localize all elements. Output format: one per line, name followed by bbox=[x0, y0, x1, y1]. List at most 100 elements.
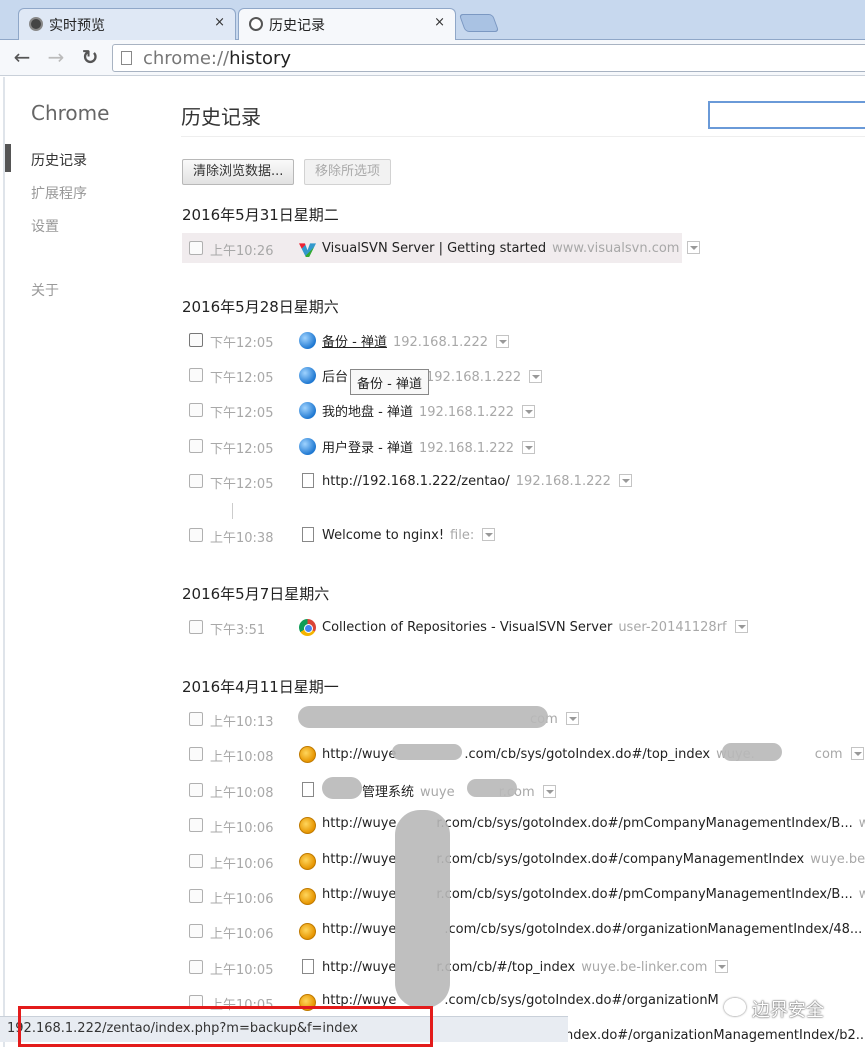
entry-checkbox[interactable] bbox=[189, 854, 203, 868]
clear-browsing-data-button[interactable]: 清除浏览数据... bbox=[182, 159, 295, 185]
entry-checkbox[interactable] bbox=[189, 439, 203, 453]
camera-icon bbox=[29, 17, 43, 31]
redaction-mark bbox=[298, 706, 548, 728]
chevron-down-icon[interactable] bbox=[542, 785, 556, 798]
chevron-down-icon[interactable] bbox=[734, 620, 748, 633]
page-title: 历史记录 bbox=[181, 105, 261, 129]
back-icon[interactable]: ← bbox=[10, 46, 34, 70]
redaction-mark bbox=[467, 779, 517, 797]
history-entry[interactable]: 上午10:26 VisualSVN Server | Getting start… bbox=[182, 233, 701, 263]
entry-time: 下午12:05 bbox=[210, 406, 274, 421]
cube-icon bbox=[299, 853, 316, 870]
globe-icon bbox=[299, 438, 316, 455]
entry-checkbox[interactable] bbox=[189, 818, 203, 832]
entry-time: 上午10:08 bbox=[210, 786, 274, 801]
entry-checkbox[interactable] bbox=[189, 712, 203, 726]
entry-domain: user-20141128rf bbox=[618, 620, 727, 635]
entry-checkbox[interactable] bbox=[189, 747, 203, 761]
entry-checkbox[interactable] bbox=[189, 783, 203, 797]
entry-checkbox[interactable] bbox=[189, 960, 203, 974]
entry-domain: file: bbox=[450, 528, 475, 543]
address-bar[interactable]: chrome://history bbox=[112, 44, 865, 72]
search-input[interactable] bbox=[708, 101, 865, 129]
tooltip: 备份 - 禅道 bbox=[350, 369, 429, 395]
sidebar-item-extensions[interactable]: 扩展程序 bbox=[31, 183, 87, 203]
chevron-down-icon[interactable] bbox=[565, 712, 579, 725]
chevron-down-icon[interactable] bbox=[715, 960, 729, 973]
redaction-mark bbox=[392, 744, 462, 760]
wechat-icon bbox=[724, 998, 746, 1016]
history-entry[interactable]: 下午12:05 用户登录 - 禅道 192.168.1.222 bbox=[182, 431, 865, 461]
toolbar: ← → ↻ chrome://history bbox=[0, 40, 865, 76]
entry-checkbox[interactable] bbox=[189, 528, 203, 542]
entry-link[interactable]: Collection of Repositories - VisualSVN S… bbox=[322, 618, 748, 635]
entry-link[interactable]: Welcome to nginx! file: bbox=[322, 526, 496, 543]
url-text: chrome://history bbox=[143, 48, 292, 69]
entry-link[interactable]: http://192.168.1.222/zentao/192.168.1.22… bbox=[322, 472, 632, 489]
tab-live-preview[interactable]: 实时预览 × bbox=[18, 8, 236, 40]
chevron-down-icon[interactable] bbox=[482, 528, 496, 541]
entry-link[interactable]: VisualSVN Server | Getting started www.vi… bbox=[322, 239, 701, 256]
entry-link[interactable]: 我的地盘 - 禅道 192.168.1.222 bbox=[322, 401, 536, 420]
entry-checkbox[interactable] bbox=[189, 924, 203, 938]
chevron-down-icon[interactable] bbox=[496, 335, 510, 348]
history-entry[interactable]: 下午12:05 备份 - 禅道 192.168.1.222 bbox=[182, 325, 865, 355]
history-entry[interactable]: 上午10:06 http://wuye r.com/cb/sys/gotoInde… bbox=[182, 881, 865, 911]
entry-time: 下午12:05 bbox=[210, 477, 274, 492]
cube-icon bbox=[299, 746, 316, 763]
history-entry[interactable]: 上午10:06 http://wuye r.com/cb/sys/gotoInde… bbox=[182, 846, 865, 876]
new-tab-button[interactable] bbox=[458, 14, 500, 32]
entry-link[interactable]: ndex.do#/organizationManagementIndex/b2.… bbox=[565, 1028, 865, 1043]
entry-checkbox[interactable] bbox=[189, 241, 203, 255]
history-entry[interactable]: 下午3:51 Collection of Repositories - Visu… bbox=[182, 612, 865, 642]
history-entry[interactable]: 上午10:08 管理系统 wuye r.com bbox=[182, 775, 865, 805]
entry-link[interactable]: http://wuye r.com/cb/#/top_index wuye.be-l… bbox=[322, 958, 729, 975]
history-entry[interactable]: 下午12:05 http://192.168.1.222/zentao/192.… bbox=[182, 466, 865, 496]
entry-domain: 192.168.1.222 bbox=[392, 335, 489, 350]
entry-checkbox[interactable] bbox=[189, 368, 203, 382]
page-icon bbox=[302, 473, 314, 488]
history-entry[interactable]: 上午10:05 http://wuye r.com/cb/#/top_index w… bbox=[182, 952, 865, 982]
entry-domain: www.visualsvn.com bbox=[552, 241, 680, 256]
close-icon[interactable]: × bbox=[434, 15, 445, 30]
history-entry[interactable]: 上午10:06 http://wuye r.com/cb/sys/gotoInde… bbox=[182, 810, 865, 840]
sidebar-item-settings[interactable]: 设置 bbox=[31, 216, 59, 236]
entry-checkbox[interactable] bbox=[189, 333, 203, 347]
chevron-down-icon[interactable] bbox=[850, 747, 864, 760]
entry-domain: 192.168.1.222 bbox=[418, 441, 515, 456]
entry-checkbox[interactable] bbox=[189, 889, 203, 903]
entry-checkbox[interactable] bbox=[189, 474, 203, 488]
entry-link[interactable]: 备份 - 禅道 192.168.1.222 bbox=[322, 331, 510, 350]
tab-strip: 实时预览 × 历史记录 × bbox=[0, 0, 865, 41]
entry-time: 上午10:26 bbox=[210, 244, 274, 259]
entry-checkbox[interactable] bbox=[189, 403, 203, 417]
chevron-down-icon[interactable] bbox=[522, 441, 536, 454]
redaction-mark bbox=[722, 743, 782, 761]
history-entry[interactable]: 上午10:38 Welcome to nginx! file: bbox=[182, 520, 865, 550]
sidebar-item-about[interactable]: 关于 bbox=[31, 280, 59, 300]
entry-domain: wuye.be-li bbox=[810, 852, 865, 867]
chevron-down-icon[interactable] bbox=[687, 241, 701, 254]
chevron-down-icon[interactable] bbox=[529, 370, 543, 383]
brand-title: Chrome bbox=[31, 101, 110, 125]
remove-selected-button[interactable]: 移除所选项 bbox=[304, 159, 392, 185]
forward-icon[interactable]: → bbox=[44, 46, 68, 70]
chevron-down-icon[interactable] bbox=[618, 474, 632, 487]
active-nav-marker bbox=[5, 144, 11, 172]
reload-icon[interactable]: ↻ bbox=[78, 46, 102, 70]
sidebar-item-history[interactable]: 历史记录 bbox=[31, 150, 87, 170]
entry-time: 上午10:06 bbox=[210, 821, 274, 836]
entry-checkbox[interactable] bbox=[189, 620, 203, 634]
history-entry[interactable]: 下午12:05 我的地盘 - 禅道 192.168.1.222 bbox=[182, 395, 865, 425]
page-icon bbox=[302, 527, 314, 542]
history-entry[interactable]: 上午10:06 http://wuye .com/cb/sys/gotoIndex… bbox=[182, 916, 865, 946]
chevron-down-icon[interactable] bbox=[522, 405, 536, 418]
tab-history[interactable]: 历史记录 × bbox=[238, 8, 456, 41]
history-entry[interactable]: 下午12:05 后台 192.168.1.222 bbox=[182, 360, 865, 390]
entry-time: 下午12:05 bbox=[210, 371, 274, 386]
globe-icon bbox=[299, 402, 316, 419]
day-header: 2016年5月7日星期六 bbox=[182, 585, 330, 603]
close-icon[interactable]: × bbox=[214, 15, 225, 30]
entry-domain: 192.168.1.222 bbox=[418, 405, 515, 420]
entry-link[interactable]: 用户登录 - 禅道 192.168.1.222 bbox=[322, 437, 536, 456]
